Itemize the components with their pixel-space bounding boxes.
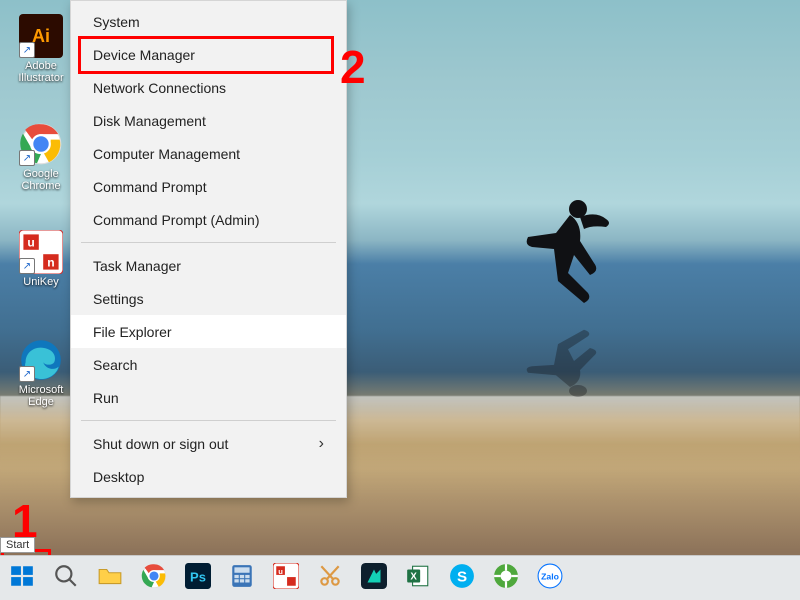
shortcut-arrow-icon: ↗ xyxy=(19,42,35,58)
menu-item-search[interactable]: Search xyxy=(71,348,346,381)
taskbar-skype[interactable]: S xyxy=(442,558,482,598)
desktop-icon-label: Google Chrome xyxy=(14,168,68,192)
menu-item-label: File Explorer xyxy=(93,324,172,340)
folder-icon xyxy=(97,563,123,594)
excel-icon: X xyxy=(405,563,431,594)
svg-text:n: n xyxy=(47,255,54,269)
annotation-number-2: 2 xyxy=(340,40,366,94)
menu-item-label: Run xyxy=(93,390,119,406)
svg-text:Zalo: Zalo xyxy=(541,571,559,581)
menu-item-device-manager[interactable]: Device Manager xyxy=(71,38,346,71)
desktop-icon-label: Microsoft Edge xyxy=(14,384,68,408)
menu-item-system[interactable]: System xyxy=(71,5,346,38)
svg-text:S: S xyxy=(457,568,467,585)
unikey-icon: u xyxy=(273,563,299,594)
taskbar-calculator[interactable] xyxy=(222,558,262,598)
menu-item-label: Disk Management xyxy=(93,113,206,129)
taskbar-chrome[interactable] xyxy=(134,558,174,598)
menu-item-label: Settings xyxy=(93,291,144,307)
zalo-icon: Zalo xyxy=(537,563,563,594)
taskbar-photoshop[interactable]: Ps xyxy=(178,558,218,598)
svg-text:Ps: Ps xyxy=(190,569,206,584)
menu-separator xyxy=(81,420,336,421)
taskbar: Ps u X S Zalo xyxy=(0,555,800,600)
taskbar-excel[interactable]: X xyxy=(398,558,438,598)
taskbar-zalo[interactable]: Zalo xyxy=(530,558,570,598)
menu-item-label: Command Prompt xyxy=(93,179,207,195)
menu-item-command-prompt-admin-[interactable]: Command Prompt (Admin) xyxy=(71,203,346,236)
menu-item-label: Task Manager xyxy=(93,258,181,274)
desktop-icon-unikey[interactable]: un ↗ UniKey xyxy=(14,230,68,288)
winx-context-menu: System Device Manager Network Connections D… xyxy=(70,0,347,498)
menu-item-label: System xyxy=(93,14,140,30)
chevron-right-icon: › xyxy=(319,435,324,453)
menu-item-disk-management[interactable]: Disk Management xyxy=(71,104,346,137)
menu-item-label: Desktop xyxy=(93,469,144,485)
menu-item-command-prompt[interactable]: Command Prompt xyxy=(71,170,346,203)
taskbar-snip[interactable] xyxy=(310,558,350,598)
taskbar-search[interactable] xyxy=(46,558,86,598)
menu-item-shut-down-or-sign-out[interactable]: Shut down or sign out › xyxy=(71,427,346,460)
snip-icon xyxy=(317,563,343,594)
ps-icon: Ps xyxy=(185,563,211,594)
taskbar-filmora[interactable] xyxy=(354,558,394,598)
menu-item-label: Network Connections xyxy=(93,80,226,96)
svg-text:u: u xyxy=(27,236,34,250)
start-tooltip: Start xyxy=(0,537,35,553)
shortcut-arrow-icon: ↗ xyxy=(19,366,35,382)
menu-item-label: Search xyxy=(93,357,137,373)
calc-icon xyxy=(229,563,255,594)
menu-item-label: Device Manager xyxy=(93,47,195,63)
menu-item-settings[interactable]: Settings xyxy=(71,282,346,315)
menu-item-label: Shut down or sign out xyxy=(93,436,228,452)
menu-item-label: Command Prompt (Admin) xyxy=(93,212,260,228)
taskbar-unikey[interactable]: u xyxy=(266,558,306,598)
desktop-icon-adobe-illustrator[interactable]: Ai↗Adobe Illustrator xyxy=(14,14,68,84)
svg-text:X: X xyxy=(410,571,417,582)
filmora-icon xyxy=(361,563,387,594)
desktop-icon-label: Adobe Illustrator xyxy=(14,60,68,84)
menu-item-computer-management[interactable]: Computer Management xyxy=(71,137,346,170)
taskbar-start[interactable] xyxy=(2,558,42,598)
taskbar-file-explorer[interactable] xyxy=(90,558,130,598)
desktop-icon-label: UniKey xyxy=(14,276,68,288)
menu-separator xyxy=(81,242,336,243)
desktop-icon-microsoft-edge[interactable]: ↗ Microsoft Edge xyxy=(14,338,68,408)
shortcut-arrow-icon: ↗ xyxy=(19,258,35,274)
svg-text:u: u xyxy=(278,566,283,575)
desktop-icon-google-chrome[interactable]: ↗ Google Chrome xyxy=(14,122,68,192)
taskbar-coccoc[interactable] xyxy=(486,558,526,598)
menu-item-network-connections[interactable]: Network Connections xyxy=(71,71,346,104)
menu-item-task-manager[interactable]: Task Manager xyxy=(71,249,346,282)
shortcut-arrow-icon: ↗ xyxy=(19,150,35,166)
menu-item-file-explorer[interactable]: File Explorer xyxy=(71,315,346,348)
wallpaper-runner xyxy=(510,195,630,425)
chrome-icon xyxy=(141,563,167,594)
menu-item-desktop[interactable]: Desktop xyxy=(71,460,346,493)
search-icon xyxy=(53,563,79,594)
skype-icon: S xyxy=(449,563,475,594)
menu-item-label: Computer Management xyxy=(93,146,240,162)
windows-icon xyxy=(9,563,35,594)
menu-item-run[interactable]: Run xyxy=(71,381,346,414)
coccoc-icon xyxy=(493,563,519,594)
